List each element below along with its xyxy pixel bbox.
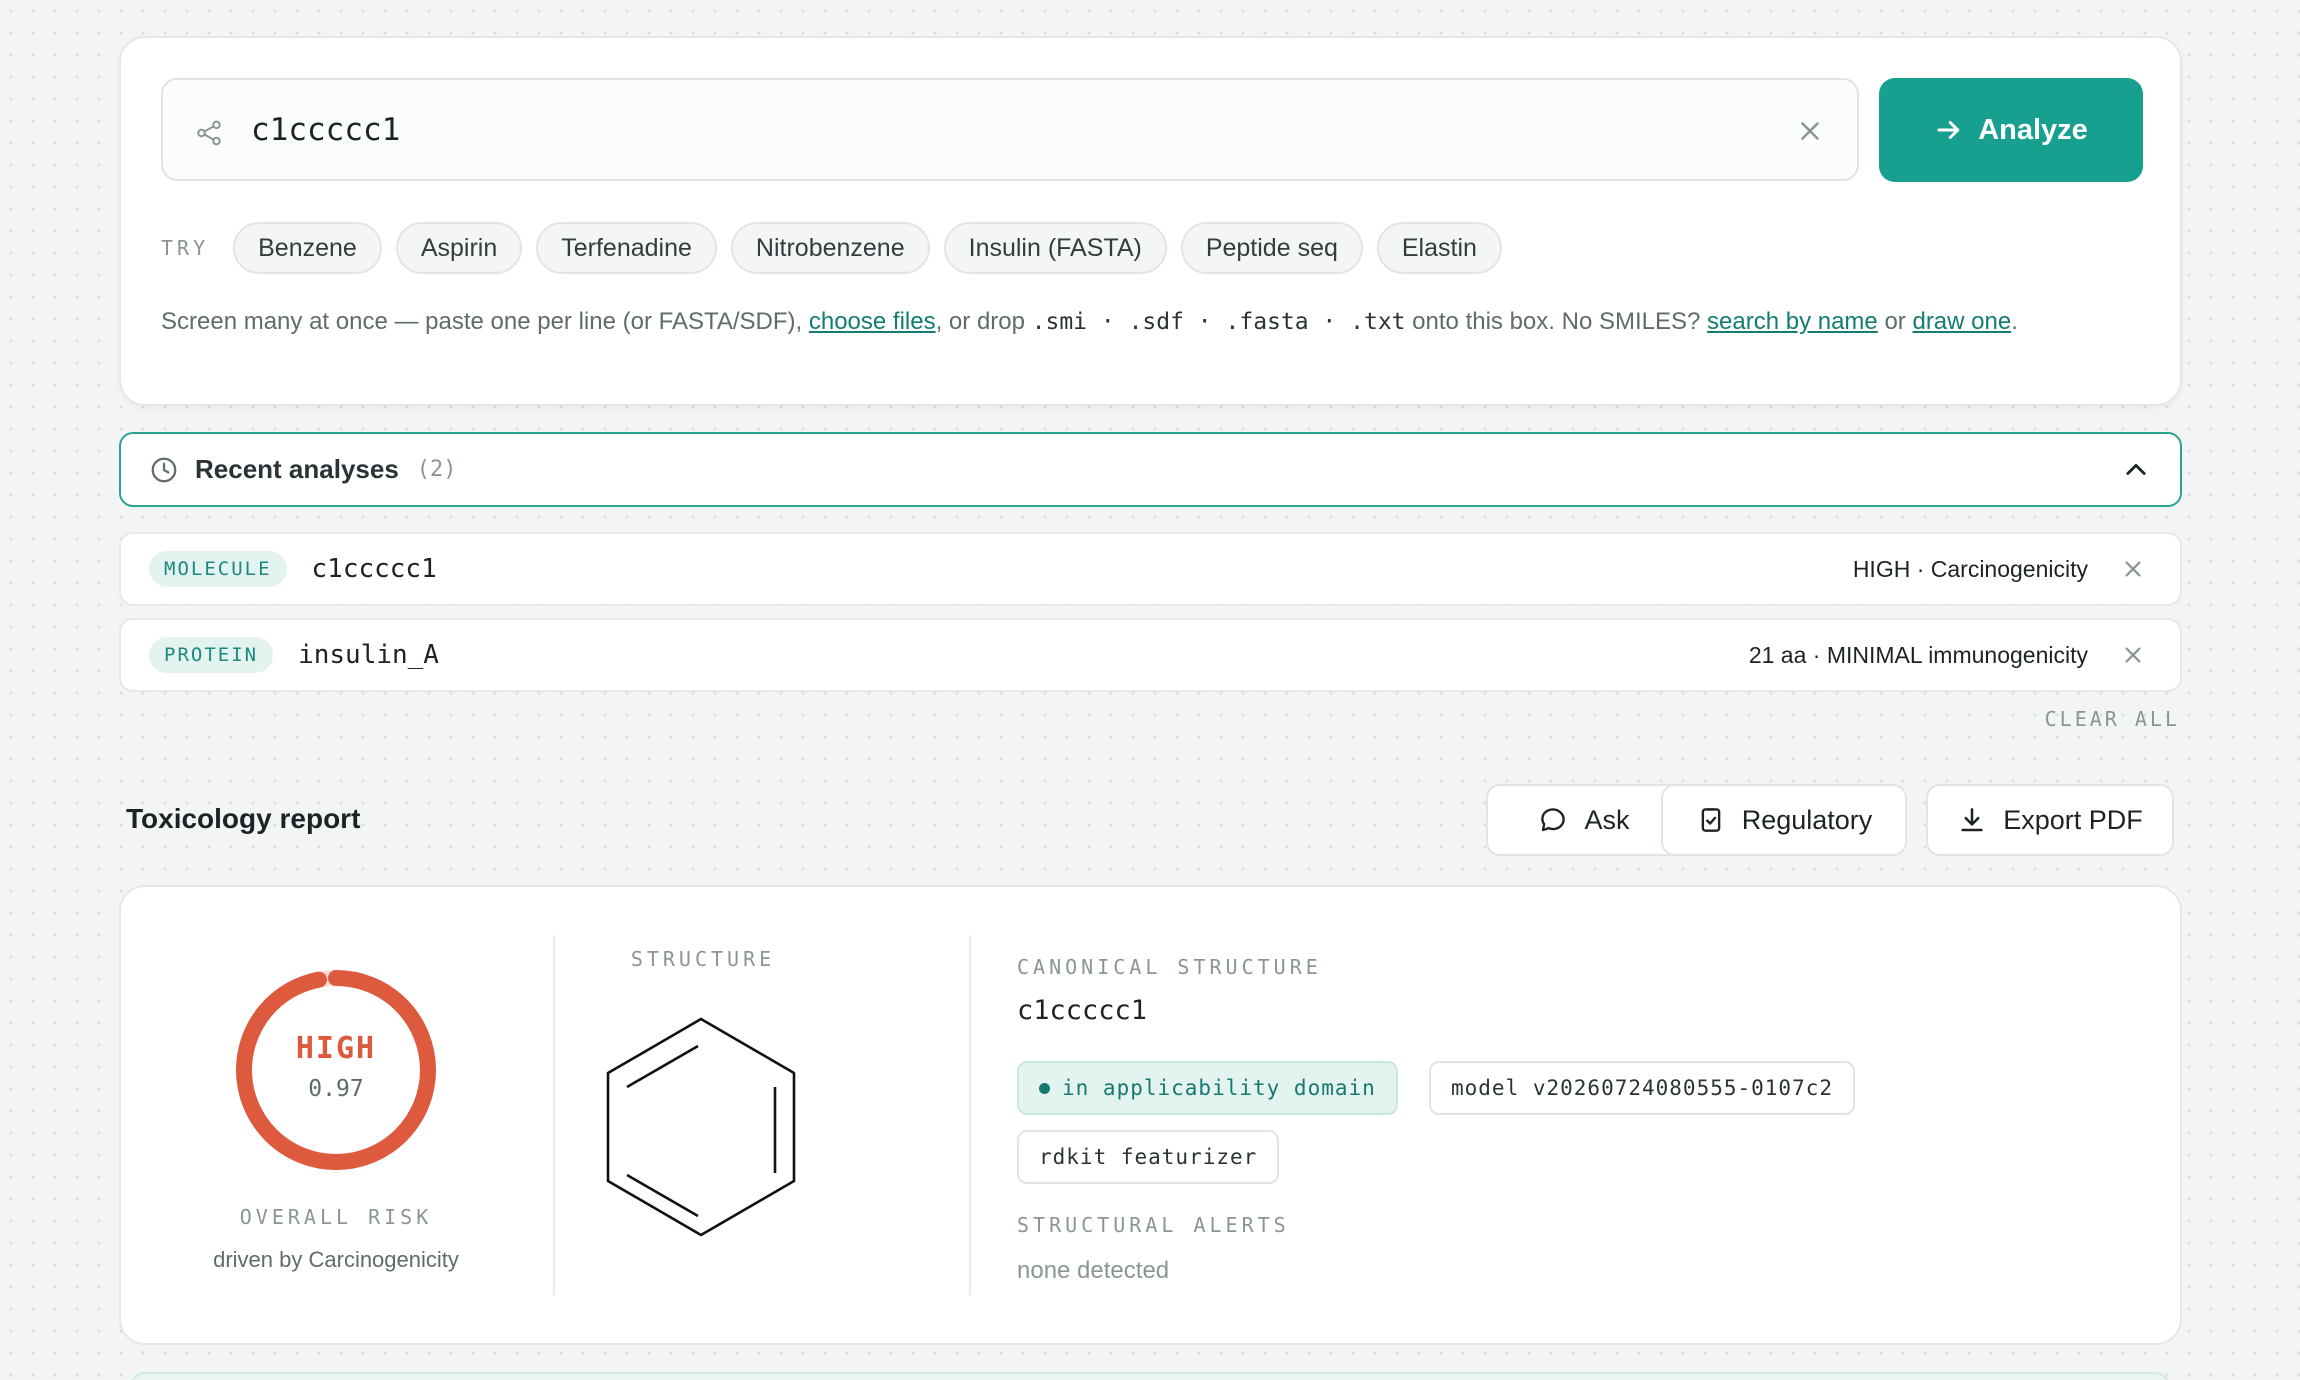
divider bbox=[969, 935, 971, 1295]
try-label: TRY bbox=[161, 236, 210, 260]
recent-item[interactable]: MOLECULE c1ccccc1 HIGH · Carcinogenicity bbox=[119, 532, 2182, 606]
risk-level: HIGH bbox=[295, 1031, 377, 1066]
recent-analyses-title: Recent analyses bbox=[195, 454, 399, 484]
risk-score: 0.97 bbox=[308, 1076, 364, 1102]
structural-alerts-value: none detected bbox=[1017, 1257, 1170, 1284]
risk-gauge-arc bbox=[236, 970, 436, 1170]
structure-label: STRUCTURE bbox=[630, 947, 776, 971]
close-icon[interactable] bbox=[1795, 116, 1825, 146]
close-icon[interactable] bbox=[2122, 558, 2144, 580]
analyze-label: Analyze bbox=[1978, 113, 2088, 146]
kind-badge: PROTEIN bbox=[149, 637, 274, 673]
example-chip-terfenadine[interactable]: Terfenadine bbox=[536, 222, 717, 274]
report-card: HIGH 0.97 OVERALL RISK driven by Carcino… bbox=[119, 885, 2182, 1345]
benzene-structure bbox=[606, 1017, 796, 1237]
chat-bubble-icon bbox=[1541, 808, 1566, 832]
canonical-structure-label: CANONICAL STRUCTURE bbox=[1017, 955, 1322, 979]
help-text: Screen many at once — paste one per line… bbox=[161, 308, 809, 335]
close-icon[interactable] bbox=[2122, 644, 2144, 666]
chevron-up-icon[interactable] bbox=[2122, 456, 2150, 484]
help-text: onto this box. No SMILES? bbox=[1405, 308, 1708, 335]
example-chip-nitrobenzene[interactable]: Nitrobenzene bbox=[730, 222, 930, 274]
model-version-text: model v20260724080555-0107c2 bbox=[1451, 1076, 1834, 1100]
choose-files-link[interactable]: choose files bbox=[809, 308, 936, 335]
status-dot bbox=[1039, 1082, 1050, 1094]
report-title: Toxicology report bbox=[126, 803, 361, 834]
example-chip-insulin[interactable]: Insulin (FASTA) bbox=[943, 222, 1167, 274]
recent-item-name: c1ccccc1 bbox=[311, 554, 437, 584]
share-icon bbox=[197, 120, 221, 146]
example-chip-benzene[interactable]: Benzene bbox=[233, 222, 382, 274]
divider bbox=[553, 935, 555, 1295]
clipboard-check-icon bbox=[1701, 808, 1721, 832]
regulatory-label: Regulatory bbox=[1741, 804, 1873, 835]
model-version-badge: model v20260724080555-0107c2 bbox=[1429, 1061, 1856, 1115]
help-text: , or drop bbox=[935, 308, 1032, 335]
arrow-right-icon bbox=[1937, 121, 1960, 139]
smiles-input-box[interactable] bbox=[161, 78, 1859, 181]
overall-risk-label: OVERALL RISK bbox=[239, 1205, 433, 1229]
batch-help-text: Screen many at once — paste one per line… bbox=[161, 308, 2161, 336]
recent-analyses-count: (2) bbox=[416, 457, 457, 482]
ask-label: Ask bbox=[1584, 804, 1630, 835]
download-icon bbox=[1961, 808, 1983, 832]
featurizer-badge: rdkit featurizer bbox=[1017, 1130, 1280, 1184]
clear-all-button[interactable]: CLEAR ALL bbox=[2045, 707, 2180, 731]
draw-one-link[interactable]: draw one bbox=[1912, 308, 2011, 335]
recent-item-name: insulin_A bbox=[298, 640, 439, 670]
risk-driver: driven by Carcinogenicity bbox=[213, 1247, 459, 1272]
example-chip-elastin[interactable]: Elastin bbox=[1376, 222, 1502, 274]
ask-button[interactable]: Ask bbox=[1486, 784, 1682, 856]
risk-gauge bbox=[236, 970, 436, 1170]
regulatory-button[interactable]: Regulatory bbox=[1661, 784, 1907, 856]
export-pdf-button[interactable]: Export PDF bbox=[1926, 784, 2174, 856]
export-pdf-label: Export PDF bbox=[2003, 804, 2143, 835]
kind-badge: MOLECULE bbox=[149, 551, 287, 587]
example-chips: TRY Benzene Aspirin Terfenadine Nitroben… bbox=[161, 222, 1516, 274]
search-by-name-link[interactable]: search by name bbox=[1707, 308, 1878, 335]
file-formats: .smi · .sdf · .fasta · .txt bbox=[1031, 309, 1406, 335]
applicability-domain-badge: in applicability domain bbox=[1017, 1061, 1398, 1115]
smiles-input[interactable] bbox=[251, 100, 1771, 160]
featurizer-text: rdkit featurizer bbox=[1039, 1145, 1258, 1169]
example-chip-peptide[interactable]: Peptide seq bbox=[1180, 222, 1363, 274]
help-text: . bbox=[2011, 308, 2018, 335]
recent-item[interactable]: PROTEIN insulin_A 21 aa · MINIMAL immuno… bbox=[119, 618, 2182, 692]
example-chip-aspirin[interactable]: Aspirin bbox=[395, 222, 523, 274]
recent-item-meta: 21 aa · MINIMAL immunogenicity bbox=[1748, 641, 2088, 668]
input-card: Analyze TRY Benzene Aspirin Terfenadine … bbox=[119, 36, 2182, 406]
help-text: or bbox=[1877, 308, 1913, 335]
structural-alerts-label: STRUCTURAL ALERTS bbox=[1017, 1213, 1290, 1237]
recent-analyses-toggle[interactable]: Recent analyses (2) bbox=[119, 432, 2182, 507]
next-card bbox=[130, 1372, 2170, 1380]
canonical-smiles: c1ccccc1 bbox=[1017, 995, 1148, 1026]
applicability-domain-text: in applicability domain bbox=[1062, 1076, 1376, 1100]
recent-item-meta: HIGH · Carcinogenicity bbox=[1852, 555, 2088, 582]
clock-icon bbox=[151, 457, 177, 482]
analyze-button[interactable]: Analyze bbox=[1879, 78, 2143, 182]
